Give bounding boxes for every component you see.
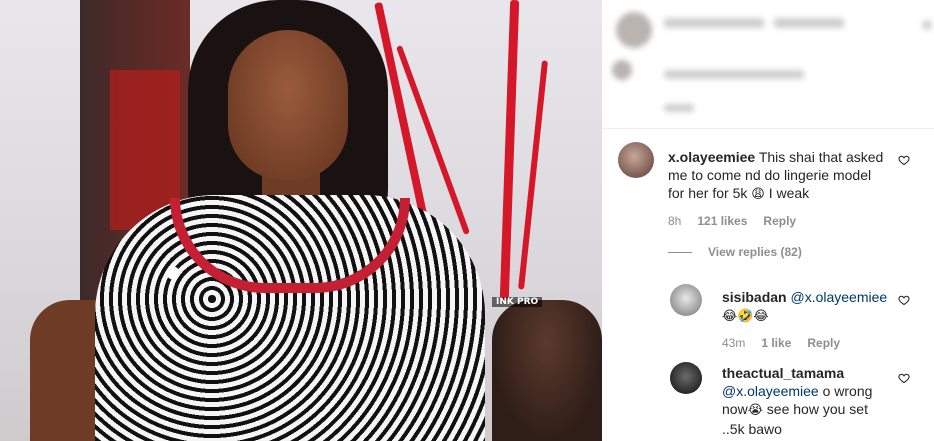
- reply-text: theactual_tamama @x.olayeemiee o wrong n…: [722, 364, 912, 438]
- avatar[interactable]: [670, 284, 702, 316]
- blurred-text: [664, 70, 804, 79]
- reply-body-4: ..5k bawo: [722, 421, 782, 437]
- comment-body-2: me to come nd do lingerie model: [668, 167, 872, 183]
- post-photo[interactable]: INK PRO: [0, 0, 602, 441]
- reply-mention[interactable]: @x.olayeemiee: [722, 383, 819, 399]
- comment-time[interactable]: 8h: [668, 214, 681, 228]
- reply-text: sisibadan @x.olayeemiee 😂🤣😂: [722, 288, 912, 326]
- like-heart-icon[interactable]: [898, 294, 910, 306]
- avatar[interactable]: [670, 362, 702, 394]
- comment-body-1: This shai that asked: [758, 149, 884, 165]
- blurred-text: [664, 18, 764, 28]
- blurred-avatar: [612, 60, 632, 80]
- blurred-text: [774, 18, 844, 28]
- reply-meta: 43m 1 like Reply: [722, 336, 840, 350]
- reply-username[interactable]: theactual_tamama: [722, 365, 844, 381]
- comment-username[interactable]: x.olayeemiee: [668, 149, 755, 165]
- reply-body-2: now: [722, 401, 748, 417]
- reply-likes[interactable]: 1 like: [761, 336, 791, 350]
- reply-body-1: o wrong: [818, 383, 873, 399]
- reply-mention[interactable]: @x.olayeemiee: [790, 289, 887, 305]
- comment-body-3: for her for 5k: [668, 185, 748, 201]
- divider: [602, 128, 934, 129]
- comment-likes[interactable]: 121 likes: [697, 214, 747, 228]
- crying-emoji: 😭: [747, 403, 763, 418]
- blurred-comment: [602, 0, 934, 128]
- weary-emoji: 😩: [751, 187, 765, 202]
- view-replies-button[interactable]: View replies (82): [668, 245, 802, 259]
- decor-vase: [492, 300, 602, 441]
- like-heart-icon[interactable]: [898, 154, 910, 166]
- reply-button[interactable]: Reply: [807, 336, 840, 350]
- person-face: [228, 30, 348, 180]
- like-heart-icon[interactable]: [898, 372, 910, 384]
- blurred-avatar: [616, 12, 652, 48]
- decor-reed: [499, 0, 520, 301]
- view-replies-label: View replies (82): [708, 245, 802, 259]
- decor-reed: [517, 60, 549, 290]
- laughing-emojis: 😂🤣😂: [722, 309, 769, 324]
- comment-meta: 8h 121 likes Reply: [668, 214, 796, 228]
- photo-watermark: INK PRO: [492, 297, 543, 307]
- comments-panel[interactable]: x.olayeemiee This shai that asked me to …: [602, 0, 934, 441]
- blurred-meta: [664, 104, 694, 112]
- comment-body-4: I weak: [764, 185, 810, 201]
- replies-line: [668, 251, 692, 253]
- avatar[interactable]: [618, 142, 654, 178]
- reply-username[interactable]: sisibadan: [722, 289, 787, 305]
- blurred-heart: [922, 20, 932, 30]
- reply-body-3: see how you set: [762, 401, 868, 417]
- reply-button[interactable]: Reply: [763, 214, 796, 228]
- reply-time[interactable]: 43m: [722, 336, 745, 350]
- comment-text: x.olayeemiee This shai that asked me to …: [668, 148, 908, 204]
